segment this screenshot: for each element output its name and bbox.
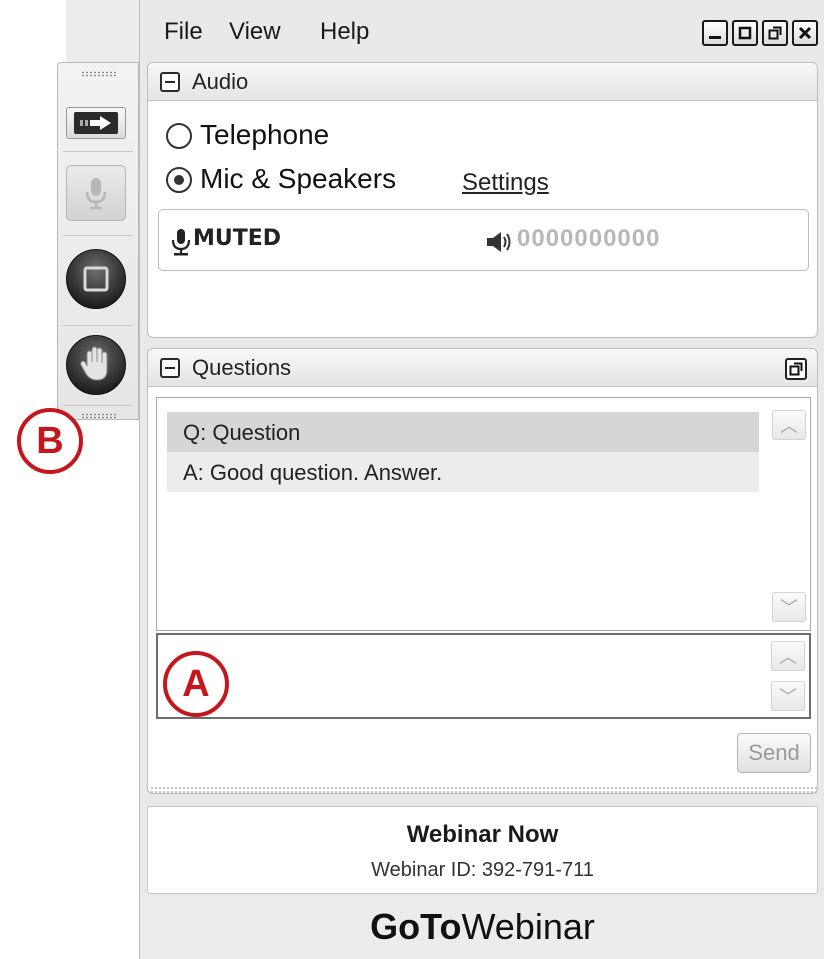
questions-collapse-button[interactable] <box>160 358 180 378</box>
mic-speakers-label[interactable]: Mic & Speakers <box>200 163 396 195</box>
questions-log-scroll-down[interactable]: ﹀ <box>772 592 806 622</box>
answer-item[interactable]: A: Good question. Answer. <box>167 452 759 492</box>
mic-button[interactable] <box>66 165 126 221</box>
toolbar-top-background <box>66 0 141 62</box>
chevron-down-icon: ﹀ <box>780 598 798 618</box>
speaker-level-meter: 0000000000 <box>517 225 661 252</box>
audio-settings-link[interactable]: Settings <box>462 169 549 197</box>
toolbar-grip-bottom[interactable] <box>81 413 117 419</box>
menu-view[interactable]: View <box>229 18 281 46</box>
popout-icon <box>789 362 803 376</box>
questions-log-scroll-up[interactable]: ︿ <box>772 410 806 440</box>
close-button[interactable] <box>792 20 818 46</box>
screen-view-button[interactable] <box>66 249 126 309</box>
send-button[interactable]: Send <box>737 733 811 773</box>
logo-bold-text: GoTo <box>370 906 462 947</box>
raise-hand-icon <box>80 346 108 381</box>
gotowebinar-window: File View Help Audio Telephone Mic & Spe… <box>139 0 824 959</box>
minimize-button[interactable] <box>702 20 728 46</box>
annotation-badge-a: A <box>163 651 229 717</box>
maximize-button[interactable] <box>732 20 758 46</box>
telephone-radio[interactable] <box>166 123 192 149</box>
screen-square-icon <box>83 266 109 292</box>
mic-status-text: MUTED <box>193 226 282 251</box>
telephone-label[interactable]: Telephone <box>200 119 329 151</box>
audio-panel-header: Audio <box>148 63 817 101</box>
questions-log: Q: Question A: Good question. Answer. ︿ … <box>156 397 811 631</box>
questions-popout-button[interactable] <box>785 358 807 380</box>
questions-panel-header: Questions <box>148 349 817 387</box>
microphone-icon <box>85 178 107 210</box>
chevron-up-icon: ︿ <box>780 416 798 436</box>
question-input-scroll-up[interactable]: ︿ <box>771 641 805 671</box>
webinar-name: Webinar Now <box>406 821 559 848</box>
minimize-icon <box>709 36 721 39</box>
arrow-right-icon <box>74 112 118 134</box>
close-icon <box>798 26 812 40</box>
chevron-up-icon: ︿ <box>779 647 797 667</box>
questions-panel: Questions Q: Question A: Good question. … <box>147 348 818 794</box>
logo-regular-text: Webinar <box>461 906 595 947</box>
question-item[interactable]: Q: Question <box>167 412 759 452</box>
questions-panel-title: Questions <box>192 355 292 380</box>
toolbar-grip-top[interactable] <box>81 71 117 77</box>
gotowebinar-logo: GoToWebinar <box>140 896 824 959</box>
question-input[interactable] <box>156 633 811 719</box>
audio-panel-title: Audio <box>192 69 249 94</box>
audio-collapse-button[interactable] <box>160 72 180 92</box>
window-controls <box>702 20 818 46</box>
show-hide-panel-button[interactable] <box>66 107 126 139</box>
panel-resize-grip[interactable] <box>150 786 817 794</box>
audio-status-box: MUTED 0000000000 <box>158 209 809 271</box>
restore-button[interactable] <box>762 20 788 46</box>
chevron-down-icon: ﹀ <box>779 687 797 707</box>
webinar-info: Webinar Now Webinar ID: 392-791-711 <box>147 806 818 894</box>
control-panel-toolbar <box>57 62 139 420</box>
webinar-id: Webinar ID: 392-791-711 <box>371 859 594 881</box>
audio-panel: Audio Telephone Mic & Speakers Settings … <box>147 62 818 338</box>
speaker-icon <box>487 232 511 252</box>
microphone-muted-icon <box>171 229 191 256</box>
mic-speakers-radio[interactable] <box>166 167 192 193</box>
maximize-icon <box>738 26 752 40</box>
restore-icon <box>768 26 782 40</box>
menu-help[interactable]: Help <box>320 18 369 46</box>
raise-hand-button[interactable] <box>66 335 126 395</box>
menu-file[interactable]: File <box>164 18 203 46</box>
annotation-badge-b: B <box>17 408 83 474</box>
question-input-scroll-down[interactable]: ﹀ <box>771 681 805 711</box>
